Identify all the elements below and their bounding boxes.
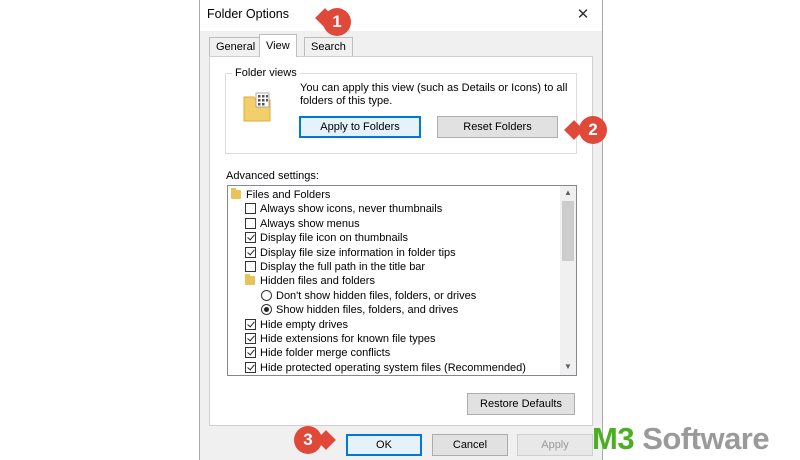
callout-1-badge: 1 [323,8,351,36]
checkbox-checked[interactable] [245,246,256,258]
folder-icon [231,188,241,199]
advanced-settings-label: Advanced settings: [226,170,319,182]
tab-general[interactable]: General [209,37,263,56]
settings-row-label: Show hidden files, folders, and drives [276,304,459,317]
folder-view-icon [243,92,271,122]
callout-2-badge: 2 [579,116,607,144]
checkbox-checked[interactable] [245,232,256,244]
advanced-settings-list[interactable]: ▲ ▼ Files and Folders Always show icons, … [227,185,577,376]
view-tab-panel: Folder views You can apply this view (su… [209,56,593,426]
vertical-scrollbar[interactable]: ▲ ▼ [560,186,576,375]
folder-views-label: Folder views [232,67,300,79]
folder-views-description: You can apply this view (such as Details… [300,82,568,107]
watermark-logo: M3 Software [592,421,770,457]
tab-search[interactable]: Search [304,37,353,56]
watermark-m3: M3 [592,421,635,456]
settings-row-label: Hidden files and folders [260,275,375,288]
checkbox-unchecked[interactable] [245,261,256,272]
folder-views-group: Folder views You can apply this view (su… [225,67,577,154]
apply-button: Apply [517,434,593,456]
close-icon[interactable]: ✕ [568,4,598,26]
scroll-down-icon[interactable]: ▼ [560,362,576,371]
apply-to-folders-button[interactable]: Apply to Folders [299,116,421,138]
restore-defaults-button[interactable]: Restore Defaults [467,393,575,415]
settings-row-label: Hide protected operating system files (R… [260,361,526,374]
checkbox-checked[interactable] [245,318,256,330]
settings-row-label: Hide empty drives [260,318,349,331]
checkbox-unchecked[interactable] [245,217,256,229]
checkbox-checked[interactable] [245,347,256,359]
settings-row-label: Always show icons, never thumbnails [260,203,443,216]
watermark-software: Software [634,421,770,456]
callout-3-badge: 3 [294,426,322,454]
folder-options-dialog: Folder Options ✕ General View Search Fol… [199,0,603,460]
title-bar: Folder Options ✕ [200,0,602,31]
dialog-title: Folder Options [207,7,289,21]
settings-row-label: Display file icon on thumbnails [260,232,408,245]
folder-icon [245,274,255,286]
reset-folders-button[interactable]: Reset Folders [437,116,558,138]
settings-row-label: Display the full path in the title bar [260,261,426,273]
cancel-button[interactable]: Cancel [432,434,508,456]
scroll-up-icon[interactable]: ▲ [560,188,576,197]
checkbox-unchecked[interactable] [245,203,256,215]
scroll-thumb[interactable] [562,201,574,261]
radio-selected[interactable] [261,304,272,316]
checkbox-checked[interactable] [245,361,256,373]
settings-row-label: Files and Folders [246,189,331,201]
settings-row-label: Always show menus [260,217,360,230]
tab-view[interactable]: View [259,34,297,57]
radio-unselected[interactable] [261,289,272,301]
settings-row-label: Don't show hidden files, folders, or dri… [276,289,477,302]
checkbox-checked[interactable] [245,333,256,344]
ok-button[interactable]: OK [346,434,422,456]
settings-row-label: Display file size information in folder … [260,246,456,259]
settings-row-label: Hide folder merge conflicts [260,347,391,360]
settings-row-label: Hide extensions for known file types [260,333,436,345]
